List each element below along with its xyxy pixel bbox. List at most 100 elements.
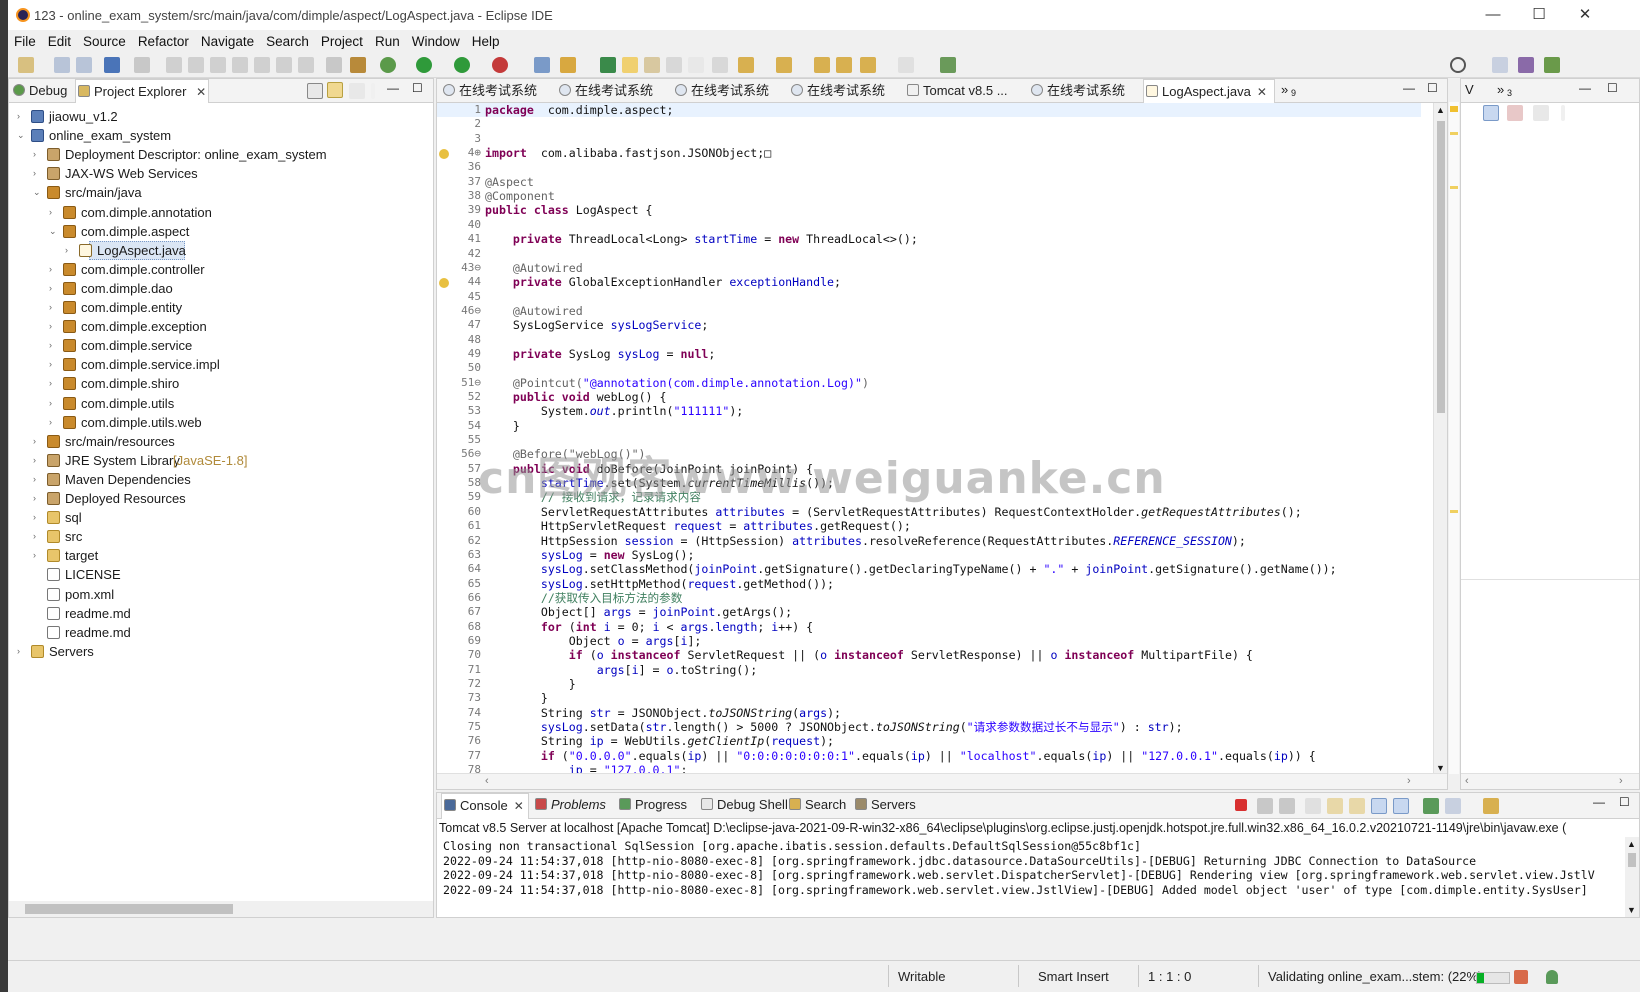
right-tab-label[interactable]: V <box>1465 82 1474 97</box>
next-annotation-icon[interactable] <box>738 57 754 73</box>
expand-icon[interactable]: › <box>49 260 59 279</box>
expand-icon[interactable]: › <box>49 413 59 432</box>
code-line[interactable]: 50 <box>437 361 1421 375</box>
search-icon[interactable] <box>1450 57 1466 73</box>
outline-horizontal-scrollbar[interactable]: ‹ › <box>1461 773 1639 789</box>
tab-search[interactable]: Search <box>787 793 846 817</box>
toggle-breadcrumb-icon[interactable] <box>600 57 616 73</box>
pin-console-icon[interactable] <box>1423 798 1439 814</box>
terminal-icon[interactable] <box>104 57 120 73</box>
tab-console[interactable]: Console ✕ <box>441 793 529 819</box>
expand-icon[interactable]: › <box>49 374 59 393</box>
expand-icon[interactable]: › <box>33 489 43 508</box>
step-return-icon[interactable] <box>298 57 314 73</box>
right-tab-overflow-icon[interactable]: » <box>1497 82 1504 97</box>
tree-item[interactable]: › com.dimple.annotation <box>9 203 433 222</box>
code-line[interactable]: 44 private GlobalExceptionHandler except… <box>437 275 1421 289</box>
code-line[interactable]: 67 Object[] args = joinPoint.getArgs(); <box>437 605 1421 619</box>
expand-icon[interactable]: › <box>49 394 59 413</box>
code-line[interactable]: 36 <box>437 160 1421 174</box>
code-line[interactable]: 3 <box>437 132 1421 146</box>
new-icon[interactable] <box>18 57 34 73</box>
editor-vertical-scrollbar[interactable]: ▲ ▼ <box>1433 103 1447 775</box>
code-line[interactable]: 43⊖ @Autowired <box>437 261 1421 275</box>
tree-item[interactable]: readme.md <box>9 623 433 642</box>
occurrence-marker[interactable] <box>1450 510 1458 513</box>
tree-item[interactable]: ⌄ com.dimple.aspect <box>9 222 433 241</box>
code-line[interactable]: 47 SysLogService sysLogService; <box>437 318 1421 332</box>
tree-item[interactable]: › src/main/resources <box>9 432 433 451</box>
step-over-icon[interactable] <box>276 57 292 73</box>
code-line[interactable]: 72 } <box>437 677 1421 691</box>
tree-item[interactable]: readme.md <box>9 604 433 623</box>
code-line[interactable]: 77 if ("0.0.0.0".equals(ip) || "0:0:0:0:… <box>437 749 1421 763</box>
occurrence-marker[interactable] <box>1450 186 1458 189</box>
tree-item[interactable]: › com.dimple.utils <box>9 394 433 413</box>
status-insert-mode[interactable]: Smart Insert <box>1038 969 1109 984</box>
expand-icon[interactable]: › <box>33 432 43 451</box>
tree-item[interactable]: LICENSE <box>9 565 433 584</box>
editor-scroll-thumb[interactable] <box>1437 121 1445 413</box>
menu-search[interactable]: Search <box>266 34 309 49</box>
tree-item[interactable]: › com.dimple.utils.web <box>9 413 433 432</box>
code-line[interactable]: 76 String ip = WebUtils.getClientIp(requ… <box>437 734 1421 748</box>
menu-refactor[interactable]: Refactor <box>138 34 189 49</box>
code-line[interactable]: 74 String str = JSONObject.toJSONString(… <box>437 706 1421 720</box>
expand-icon[interactable]: › <box>49 279 59 298</box>
code-line[interactable]: 73 } <box>437 691 1421 705</box>
expand-icon[interactable]: › <box>49 317 59 336</box>
tree-item[interactable]: › LogAspect.java <box>9 240 433 260</box>
minimize-view-icon[interactable]: — <box>1403 81 1415 95</box>
minimize-view-icon[interactable]: — <box>387 81 399 95</box>
tree-item[interactable]: › Deployed Resources <box>9 489 433 508</box>
code-line[interactable]: 39 public class LogAspect { <box>437 203 1421 217</box>
editor-tab[interactable]: 在线考试系统 <box>557 79 653 103</box>
hide-fields-icon[interactable] <box>1507 105 1523 121</box>
tab-debug-shell[interactable]: Debug Shell <box>699 793 788 817</box>
menu-window[interactable]: Window <box>412 34 460 49</box>
menu-edit[interactable]: Edit <box>48 34 71 49</box>
show-on-stdout-icon[interactable] <box>1371 798 1387 814</box>
close-button[interactable]: ✕ <box>1562 0 1608 30</box>
disconnect-icon[interactable] <box>232 57 248 73</box>
code-line[interactable]: 40 <box>437 218 1421 232</box>
code-line[interactable]: 54 } <box>437 419 1421 433</box>
collapse-all-icon[interactable] <box>307 83 323 99</box>
maximize-button[interactable]: ☐ <box>1516 0 1562 30</box>
menu-help[interactable]: Help <box>472 34 500 49</box>
code-line[interactable]: 49 private SysLog sysLog = null; <box>437 347 1421 361</box>
editor-tab[interactable]: 在线考试系统 <box>441 79 537 103</box>
code-line[interactable]: 37 @Aspect <box>437 175 1421 189</box>
editor-tab[interactable]: 在线考试系统 <box>673 79 769 103</box>
close-icon[interactable]: ✕ <box>196 85 206 99</box>
expand-icon[interactable]: › <box>33 546 43 565</box>
expand-icon[interactable]: › <box>49 298 59 317</box>
tree-item[interactable]: ⌄ online_exam_system <box>9 126 433 145</box>
editor-tab[interactable]: 在线考试系统 <box>789 79 885 103</box>
tree-horizontal-scrollbar[interactable] <box>9 901 433 917</box>
tree-item[interactable]: › com.dimple.service.impl <box>9 355 433 374</box>
scroll-down-icon[interactable]: ▼ <box>1627 905 1636 915</box>
code-line[interactable]: 65 sysLog.setHttpMethod(request.getMetho… <box>437 577 1421 591</box>
open-console-icon[interactable] <box>1483 798 1499 814</box>
scroll-left-icon[interactable]: ‹ <box>485 775 489 787</box>
close-icon[interactable]: ✕ <box>1257 85 1267 99</box>
tab-project-explorer[interactable]: Project Explorer ✕ <box>75 79 209 103</box>
display-console-icon[interactable] <box>1445 798 1461 814</box>
code-line[interactable]: 70 if (o instanceof ServletRequest || (o… <box>437 648 1421 662</box>
collapse-icon[interactable]: ⌄ <box>17 126 27 145</box>
code-line[interactable]: 51⊖ @Pointcut("@annotation(com.dimple.an… <box>437 376 1421 390</box>
close-icon[interactable]: ✕ <box>514 799 524 813</box>
expand-icon[interactable]: › <box>49 355 59 374</box>
menu-file[interactable]: File <box>14 34 36 49</box>
run-icon[interactable] <box>416 57 432 73</box>
highlight-icon[interactable] <box>712 57 728 73</box>
tree-item[interactable]: › JAX-WS Web Services <box>9 164 433 183</box>
collapse-icon[interactable]: ⌄ <box>33 183 43 202</box>
console-output[interactable]: Closing non transactional SqlSession [or… <box>437 837 1623 917</box>
forward-history-icon[interactable] <box>836 57 852 73</box>
block-selection-icon[interactable] <box>644 57 660 73</box>
tree-scroll-thumb[interactable] <box>25 904 233 914</box>
warning-marker[interactable] <box>1450 106 1458 112</box>
forward-icon[interactable] <box>898 57 914 73</box>
